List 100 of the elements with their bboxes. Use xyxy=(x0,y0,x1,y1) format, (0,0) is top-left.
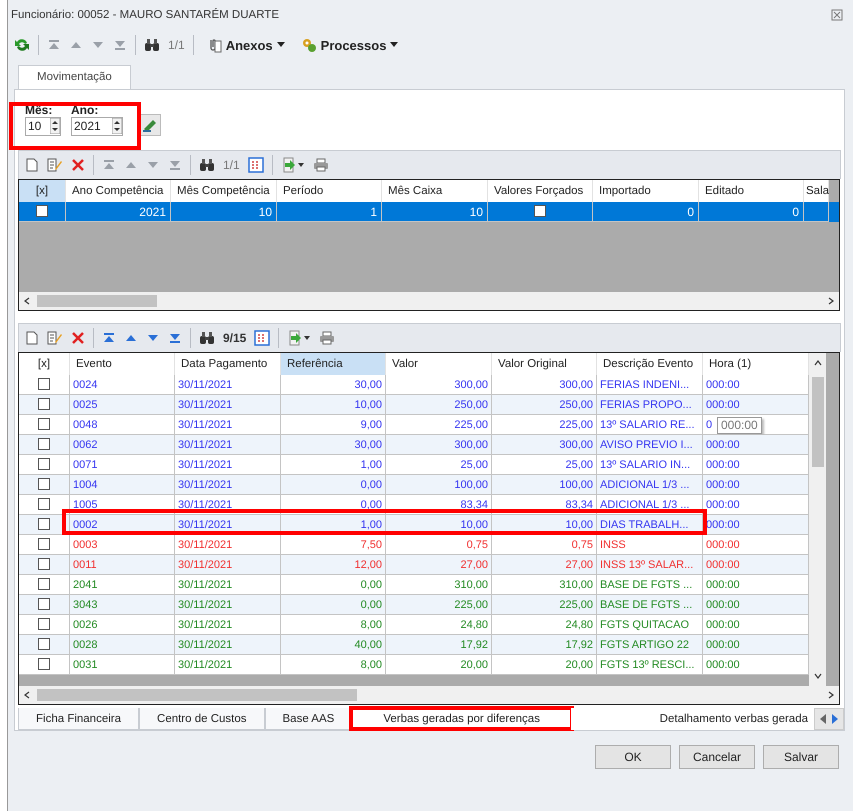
scroll-up-icon[interactable] xyxy=(814,358,822,367)
table-cell: 0 xyxy=(699,202,804,222)
new-document-icon[interactable] xyxy=(25,158,39,172)
column-header[interactable]: Referência xyxy=(281,352,386,375)
edit-icon[interactable] xyxy=(47,330,63,345)
record-counter: 9/15 xyxy=(223,330,246,345)
tooltip: 000:00 xyxy=(717,416,762,434)
checkbox[interactable] xyxy=(38,578,50,590)
binoculars-icon[interactable] xyxy=(144,38,160,52)
scroll-thumb[interactable] xyxy=(37,294,157,307)
table-cell: 0 000:00 xyxy=(703,414,809,435)
record-counter: 1/1 xyxy=(168,38,185,52)
checkbox[interactable] xyxy=(38,498,50,510)
column-header[interactable]: [x] xyxy=(19,180,66,202)
checkbox[interactable] xyxy=(38,538,50,550)
export-icon[interactable] xyxy=(287,330,312,346)
column-header[interactable]: Ano Competência xyxy=(66,180,171,202)
table-cell: 8,00 xyxy=(281,654,386,675)
tab[interactable]: Movimentação xyxy=(18,65,131,89)
column-header[interactable]: Sala xyxy=(804,180,829,202)
column-header[interactable]: Período xyxy=(277,180,382,202)
processes-menu[interactable]: Processos xyxy=(296,37,402,53)
checkbox[interactable] xyxy=(38,418,50,430)
column-header[interactable]: Valor xyxy=(386,352,492,375)
delete-icon[interactable] xyxy=(71,330,85,345)
close-icon[interactable] xyxy=(831,9,843,21)
export-icon[interactable] xyxy=(280,156,305,172)
checkbox[interactable] xyxy=(38,378,50,390)
column-header[interactable]: Mês Caixa xyxy=(382,180,488,202)
spin-field[interactable]: 2021 xyxy=(71,116,123,136)
edit-icon[interactable] xyxy=(47,158,63,172)
gears-icon xyxy=(300,37,317,53)
column-header[interactable]: Hora (1) xyxy=(703,352,809,375)
record-counter: 1/1 xyxy=(223,158,240,172)
caret-icon[interactable] xyxy=(276,42,285,48)
spin-arrows-icon[interactable] xyxy=(50,118,60,134)
column-header[interactable]: Editado xyxy=(699,180,804,202)
spin-arrows-icon[interactable] xyxy=(112,118,122,134)
checkbox[interactable] xyxy=(38,438,50,450)
checkbox[interactable] xyxy=(38,598,50,610)
scroll-right-icon[interactable] xyxy=(827,691,835,700)
table-cell: 2021 xyxy=(66,202,171,222)
caret-icon[interactable] xyxy=(390,42,398,48)
first-icon[interactable] xyxy=(102,330,116,345)
checkbox[interactable] xyxy=(38,458,50,470)
scroll-right-icon[interactable] xyxy=(827,296,835,305)
checkbox[interactable] xyxy=(38,518,50,530)
scroll-down-icon[interactable] xyxy=(814,672,822,680)
table-cell: 20,00 xyxy=(492,654,597,675)
checkbox[interactable] xyxy=(534,205,546,217)
binoculars-icon[interactable] xyxy=(199,158,215,172)
table-cell: 0 xyxy=(593,202,699,222)
table-cell xyxy=(804,202,829,222)
field-label: Mês: xyxy=(25,104,54,116)
refresh-icon[interactable] xyxy=(14,37,30,53)
field-label: Ano: xyxy=(71,104,100,116)
table-cell: 10 xyxy=(171,202,277,222)
tab[interactable]: Centro de Custos xyxy=(139,708,265,730)
tab[interactable]: Ficha Financeira xyxy=(18,708,140,730)
column-header[interactable]: Data Pagamento xyxy=(175,352,281,375)
scroll-thumb[interactable] xyxy=(37,689,357,702)
column-header[interactable]: Mês Competência xyxy=(171,180,277,202)
spin-field[interactable]: 10 xyxy=(25,116,61,136)
column-header[interactable]: Valor Original xyxy=(492,352,597,375)
new-document-icon[interactable] xyxy=(25,330,39,345)
table-cell: 1 xyxy=(277,202,382,222)
scroll-left-icon[interactable] xyxy=(23,691,31,700)
cancel-button[interactable]: Cancelar xyxy=(679,745,755,769)
scroll-thumb[interactable] xyxy=(812,376,824,467)
checkbox[interactable] xyxy=(38,658,50,670)
confirm-icon[interactable] xyxy=(139,114,161,136)
checkbox[interactable] xyxy=(38,478,50,490)
table-cell: 0031 xyxy=(70,654,175,675)
checkbox[interactable] xyxy=(38,618,50,630)
printer-icon[interactable] xyxy=(319,330,336,345)
ok-button[interactable]: OK xyxy=(595,745,671,769)
table-cell: 20,00 xyxy=(386,654,492,675)
column-header[interactable]: [x] xyxy=(19,352,70,375)
checkbox[interactable] xyxy=(38,398,50,410)
table-cell: 30/11/2021 xyxy=(175,654,281,675)
binoculars-icon[interactable] xyxy=(199,330,215,345)
column-header[interactable]: Evento xyxy=(70,352,175,375)
tab-left-icon[interactable] xyxy=(819,714,827,724)
column-header[interactable]: Descrição Evento xyxy=(597,352,703,375)
grid-icon[interactable] xyxy=(248,156,264,172)
table-cell: FGTS 13º RESCI... xyxy=(597,654,703,675)
column-header[interactable]: Importado xyxy=(593,180,699,202)
attachments-menu[interactable]: Anexos xyxy=(202,37,289,53)
scroll-left-icon[interactable] xyxy=(23,296,31,305)
delete-icon[interactable] xyxy=(71,158,85,172)
checkbox[interactable] xyxy=(36,205,48,217)
checkbox[interactable] xyxy=(38,638,50,650)
save-button[interactable]: Salvar xyxy=(763,745,839,769)
table-cell: 10 xyxy=(382,202,488,222)
grid-icon[interactable] xyxy=(254,330,270,346)
tab[interactable]: Verbas geradas por diferenças xyxy=(352,708,571,730)
checkbox[interactable] xyxy=(38,558,50,570)
column-header[interactable]: Valores Forçados xyxy=(488,180,593,202)
tab-right-icon[interactable] xyxy=(831,714,839,724)
printer-icon[interactable] xyxy=(312,158,329,172)
